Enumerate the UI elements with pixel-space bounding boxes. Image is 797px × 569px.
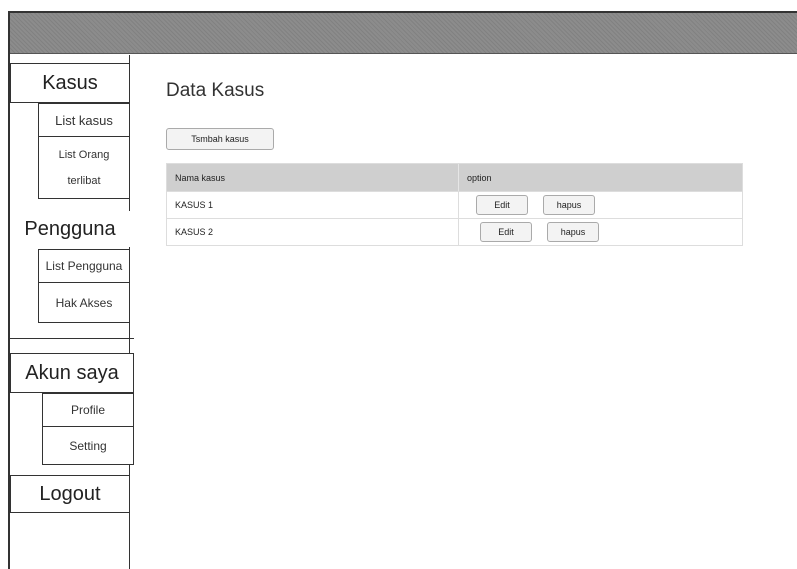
sidebar: Kasus List kasus List Orang terlibat Pen… <box>10 55 134 569</box>
page-title: Data Kasus <box>166 80 265 101</box>
column-header-option: option <box>458 164 742 191</box>
sidebar-item-hak-akses[interactable]: Hak Akses <box>38 283 130 323</box>
sidebar-item-akun-saya[interactable]: Akun saya <box>10 353 134 393</box>
sidebar-item-profile[interactable]: Profile <box>42 393 134 427</box>
edit-button[interactable]: Edit <box>476 195 528 215</box>
top-bar <box>10 13 797 54</box>
sidebar-divider <box>10 338 134 339</box>
option-cell: Edit hapus <box>458 192 742 218</box>
sidebar-item-pengguna[interactable]: Pengguna <box>10 211 130 247</box>
sidebar-item-list-pengguna[interactable]: List Pengguna <box>38 249 130 283</box>
edit-button[interactable]: Edit <box>480 222 532 242</box>
sidebar-item-kasus[interactable]: Kasus <box>10 63 130 103</box>
column-header-nama-kasus: Nama kasus <box>175 172 226 183</box>
sidebar-item-list-orang-line1: List Orang <box>58 149 110 161</box>
option-cell: Edit hapus <box>458 219 742 245</box>
table-header-row: Nama kasus option <box>167 164 742 191</box>
kasus-name-cell: KASUS 1 <box>175 200 214 210</box>
kasus-name-cell: KASUS 2 <box>175 227 214 237</box>
table-row: KASUS 2 Edit hapus <box>167 218 742 245</box>
sidebar-item-setting[interactable]: Setting <box>42 427 134 465</box>
logout-button[interactable]: Logout <box>10 475 130 513</box>
kasus-table: Nama kasus option KASUS 1 Edit hapus KAS… <box>166 163 743 246</box>
hapus-button[interactable]: hapus <box>543 195 595 215</box>
sidebar-item-list-orang-line2: terlibat <box>67 175 101 187</box>
table-row: KASUS 1 Edit hapus <box>167 191 742 218</box>
hapus-button[interactable]: hapus <box>547 222 599 242</box>
sidebar-item-list-orang-terlibat[interactable]: List Orang terlibat <box>38 137 130 199</box>
add-kasus-button[interactable]: Tsmbah kasus <box>166 128 274 150</box>
app-frame: Kasus List kasus List Orang terlibat Pen… <box>8 11 797 569</box>
sidebar-item-list-kasus[interactable]: List kasus <box>38 103 130 137</box>
